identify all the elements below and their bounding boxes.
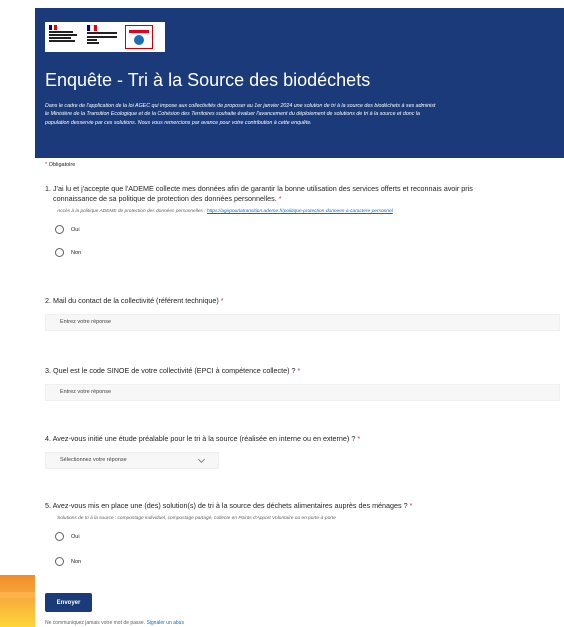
question-1-subtitle: Accès à la politique ADEME de protection… — [57, 209, 393, 214]
ademe-logo-icon — [125, 25, 153, 49]
sinoe-code-input[interactable]: Entrez votre réponse — [45, 384, 560, 401]
ministry-logo — [45, 22, 165, 52]
question-3-title: 3. Quel est le code SINOE de votre colle… — [45, 366, 301, 375]
radio-button[interactable] — [55, 557, 64, 566]
question-5-title: 5. Avez-vous mis en place une (des) solu… — [45, 501, 413, 510]
republique-francaise-logo-icon — [87, 25, 121, 49]
report-abuse-link[interactable]: Signaler un abus — [146, 620, 184, 626]
chevron-down-icon — [197, 455, 206, 464]
contact-email-input[interactable]: Entrez votre réponse — [45, 314, 560, 331]
study-dropdown[interactable]: Sélectionnez votre réponse — [45, 452, 219, 469]
required-note: * Obligatoire — [45, 162, 76, 168]
marianne-logo-icon — [49, 25, 83, 49]
radio-button[interactable] — [55, 225, 64, 234]
radio-button[interactable] — [55, 532, 64, 541]
background-stripe — [0, 592, 35, 598]
q5-option-non[interactable]: Non — [55, 557, 81, 566]
form-description: Dans le cadre de l'application de la loi… — [45, 103, 436, 126]
question-5-subtitle: Solutions de tri à la source : compostag… — [57, 516, 336, 521]
q5-option-oui[interactable]: Oui — [55, 532, 80, 541]
form-title: Enquête - Tri à la Source des biodéchets — [45, 70, 371, 90]
question-1-title: 1. J'ai lu et j'accepte que l'ADEME coll… — [45, 184, 473, 203]
footer-note: Ne communiquez jamais votre mot de passe… — [45, 620, 184, 626]
privacy-policy-link[interactable]: https://agirpourlatransition.ademe.fr/po… — [207, 209, 393, 214]
page: Enquête - Tri à la Source des biodéchets… — [0, 0, 564, 627]
question-2-title: 2. Mail du contact de la collectivité (r… — [45, 296, 224, 305]
q1-option-oui[interactable]: Oui — [55, 225, 80, 234]
radio-button[interactable] — [55, 248, 64, 257]
background-decoration — [0, 575, 35, 627]
q1-option-non[interactable]: Non — [55, 248, 81, 257]
question-4-title: 4. Avez-vous initié une étude préalable … — [45, 434, 361, 443]
form-header-banner: Enquête - Tri à la Source des biodéchets… — [35, 8, 564, 158]
submit-button[interactable]: Envoyer — [45, 593, 92, 612]
